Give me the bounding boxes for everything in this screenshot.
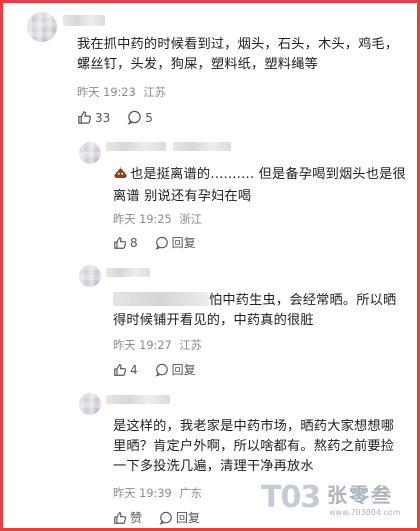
main-comment-actions: 33 5 [77,110,153,125]
reply-3-avatar[interactable] [79,393,101,415]
thumbs-up-icon [78,111,92,124]
reply-3-like-label: 赞 [130,511,143,525]
main-comment-text: 我在抓中药的时候看到过，烟头，石头，木头，鸡毛， 螺丝钉，头发，狗屎，塑料纸，塑… [77,35,407,75]
reply-3-text: 是这样的，我老家是中药市场，晒药大家想想哪 里晒？肯定户外啊，所以啥都有。熬药之… [113,417,413,477]
comment-bubble-icon [155,363,168,377]
reply-2-reply-label: 回复 [171,363,196,377]
reply-2-location: 江苏 [179,339,202,352]
reply-3-reply-label: 回复 [176,511,201,525]
thumbs-up-icon [114,512,127,524]
reply-1-like-count: 8 [130,236,138,250]
reply-2-time: 昨天 19:27 [113,339,172,352]
reply-1-text-line1-content: 也是挺离谱的.......... 但是备孕喝到烟头也是很 [130,167,406,182]
main-comment-like-count: 33 [95,110,111,125]
reply-3-time: 昨天 19:39 [113,487,172,500]
watermark-logo: T03 [261,480,321,515]
reply-2-meta: 昨天 19:27 江苏 [113,339,202,353]
reply-1-avatar[interactable] [79,142,101,164]
reply-1-username-blurred[interactable] [106,142,166,151]
comment-bubble-icon [127,110,142,125]
main-comment-avatar[interactable] [27,12,57,42]
reply-2-like-count: 4 [130,363,138,377]
comment-bubble-icon [159,511,172,525]
reply-3-location: 广东 [179,487,202,500]
reply-3-like-button[interactable]: 赞 [113,511,142,525]
comment-bubble-icon [155,236,168,250]
reply-2-text-line1: 怕中药生虫，会经常晒。所以晒 [113,291,413,311]
poop-emoji-icon [113,165,128,187]
watermark-url: www.703804.com [329,508,401,517]
main-comment-reply-count: 5 [145,110,153,125]
main-comment-username-blurred[interactable] [63,15,105,26]
reply-3-meta: 昨天 19:39 广东 [113,487,202,501]
reply-1-text-line2: 离谱 别说还有孕妇在喝 [113,189,252,204]
main-comment-time: 昨天 19:23 [77,86,136,99]
reply-3-text-line3: 一下多投洗几遍，清理干净再放水 [113,459,314,474]
main-comment-like-button[interactable]: 33 [77,110,110,125]
reply-1-reply-to-blurred[interactable] [173,142,231,151]
reply-2-reply-button[interactable]: 回复 [155,363,196,377]
reply-3-username-blurred[interactable] [106,395,170,404]
reply-3-text-line1: 是这样的，我老家是中药市场，晒药大家想想哪 [113,419,395,434]
main-comment-meta: 昨天 19:23 江苏 [77,86,166,100]
thumbs-up-icon [114,364,127,376]
reply-1-reply-button[interactable]: 回复 [155,236,196,250]
reply-1-text: 也是挺离谱的.......... 但是备孕喝到烟头也是很 离谱 别说还有孕妇在喝 [113,165,413,207]
reply-2-mention-blurred[interactable] [113,292,209,306]
reply-1-reply-label: 回复 [171,236,196,250]
reply-2-text: 怕中药生虫，会经常晒。所以晒 得时候铺开看见的，中药真的很脏 [113,291,413,331]
reply-3-reply-button[interactable]: 回复 [159,511,200,525]
comment-thread-frame: 我在抓中药的时候看到过，烟头，石头，木头，鸡毛， 螺丝钉，头发，狗屎，塑料纸，塑… [0,0,420,531]
main-comment-text-line1: 我在抓中药的时候看到过，烟头，石头，木头，鸡毛， [77,37,399,52]
reply-2-actions: 4 回复 [113,363,196,377]
reply-1-actions: 8 回复 [113,236,196,250]
site-watermark: T03 张零叁 www.703804.com [261,481,411,523]
reply-2-like-button[interactable]: 4 [113,363,138,377]
main-comment-reply-button[interactable]: 5 [127,110,153,125]
reply-3-text-line2: 里晒？肯定户外啊，所以啥都有。熬药之前要捡 [113,439,395,454]
main-comment-location: 江苏 [143,86,166,99]
reply-3-actions: 赞 回复 [113,511,200,525]
reply-1-location: 浙江 [179,213,202,226]
thumbs-up-icon [114,237,127,249]
reply-2-username-blurred[interactable] [106,268,150,277]
reply-1-text-line1: 也是挺离谱的.......... 但是备孕喝到烟头也是很 [113,165,413,187]
reply-1-time: 昨天 19:25 [113,213,172,226]
reply-1-meta: 昨天 19:25 浙江 [113,213,202,227]
reply-2-avatar[interactable] [79,265,101,287]
reply-2-text-line2: 得时候铺开看见的，中药真的很脏 [113,313,314,328]
reply-1-like-button[interactable]: 8 [113,236,138,250]
reply-2-text-line1-content: 怕中药生虫，会经常晒。所以晒 [209,293,397,308]
main-comment-text-line2: 螺丝钉，头发，狗屎，塑料纸，塑料绳等 [77,57,318,72]
watermark-name: 张零叁 [327,483,393,507]
